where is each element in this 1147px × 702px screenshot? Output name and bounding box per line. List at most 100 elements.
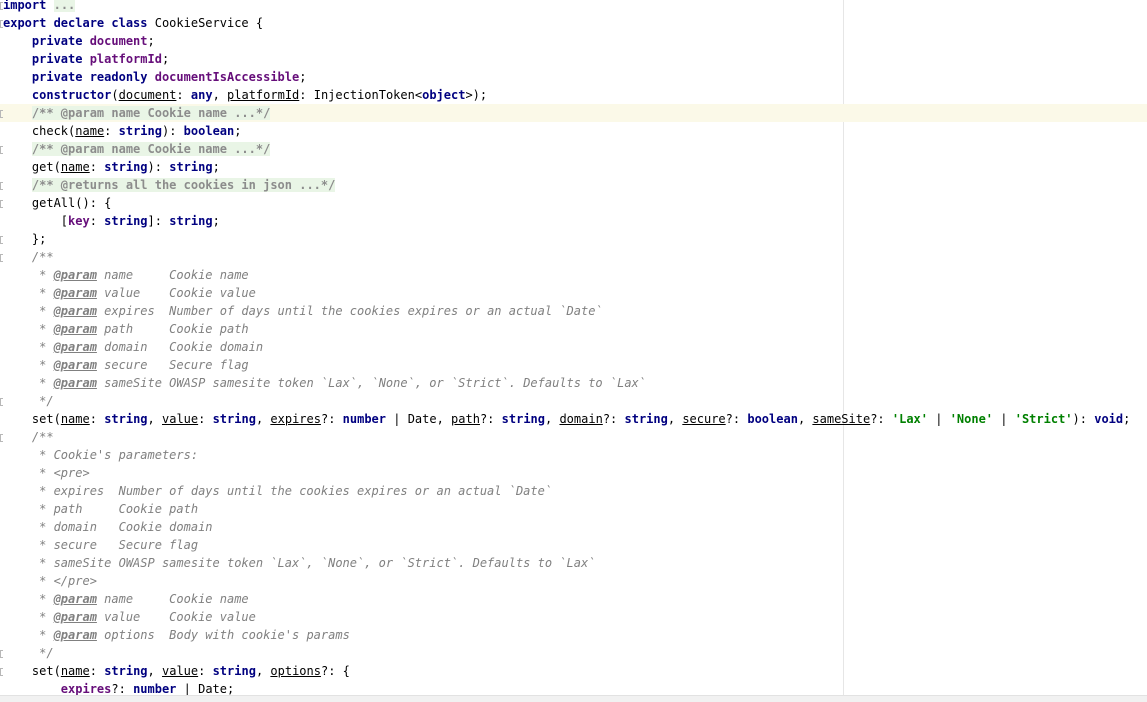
code-text: * @param name Cookie name xyxy=(3,266,249,284)
code-token: name Cookie name xyxy=(96,592,249,606)
code-line[interactable]: }; xyxy=(0,230,1147,248)
code-line[interactable]: * path Cookie path xyxy=(0,500,1147,518)
code-token: : xyxy=(89,214,105,228)
code-line[interactable]: * expires Number of days until the cooki… xyxy=(0,482,1147,500)
code-line[interactable]: get(name: string): string; xyxy=(0,158,1147,176)
code-token: , xyxy=(545,412,560,426)
code-token: 'Strict' xyxy=(1014,412,1073,426)
code-token: /** @returns all the cookies in json ...… xyxy=(31,178,336,192)
code-line[interactable]: * sameSite OWASP samesite token `Lax`, `… xyxy=(0,554,1147,572)
code-token: name xyxy=(60,160,90,174)
code-token: * domain Cookie domain xyxy=(3,520,213,534)
code-line[interactable]: /** @returns all the cookies in json ...… xyxy=(0,176,1147,194)
code-line[interactable]: /** xyxy=(0,248,1147,266)
code-line[interactable]: /** @param name Cookie name ...*/ xyxy=(0,104,1147,122)
code-token: ?: { xyxy=(320,664,350,678)
code-text: * @param sameSite OWASP samesite token `… xyxy=(3,374,646,392)
code-token: , xyxy=(667,412,683,426)
code-token: ?: xyxy=(725,412,748,426)
code-line[interactable]: * secure Secure flag xyxy=(0,536,1147,554)
code-token: @param xyxy=(53,358,97,372)
code-line[interactable]: expires?: number | Date; xyxy=(0,680,1147,695)
code-token: , xyxy=(147,664,162,678)
code-line[interactable]: * @param options Body with cookie's para… xyxy=(0,626,1147,644)
code-text: * @param path Cookie path xyxy=(3,320,249,338)
code-line[interactable]: export declare class CookieService { xyxy=(0,14,1147,32)
code-text: getAll(): { xyxy=(3,194,111,212)
code-token: import xyxy=(3,0,47,12)
code-line[interactable]: */ xyxy=(0,644,1147,662)
code-token: >); xyxy=(465,88,488,102)
code-token: key xyxy=(68,214,90,228)
code-token: * xyxy=(3,322,54,336)
code-token: expires xyxy=(270,412,321,426)
code-line[interactable]: * </pre> xyxy=(0,572,1147,590)
code-token: string xyxy=(118,124,162,138)
code-token: @param xyxy=(53,592,97,606)
code-line[interactable]: set(name: string, value: string, expires… xyxy=(0,410,1147,428)
code-line[interactable]: constructor(document: any, platformId: I… xyxy=(0,86,1147,104)
code-text: * domain Cookie domain xyxy=(3,518,213,536)
code-line[interactable]: * Cookie's parameters: xyxy=(0,446,1147,464)
code-token: * xyxy=(3,268,54,282)
code-text: * @param secure Secure flag xyxy=(3,356,249,374)
code-text: get(name: string): string; xyxy=(3,158,220,176)
code-line[interactable]: * <pre> xyxy=(0,464,1147,482)
code-line[interactable]: getAll(): { xyxy=(0,194,1147,212)
code-line[interactable]: private readonly documentIsAccessible; xyxy=(0,68,1147,86)
code-line[interactable]: set(name: string, value: string, options… xyxy=(0,662,1147,680)
code-text: constructor(document: any, platformId: I… xyxy=(3,86,487,104)
code-token: , xyxy=(212,88,228,102)
code-token: @param xyxy=(53,376,97,390)
code-token: string xyxy=(104,412,148,426)
code-line[interactable]: * @param secure Secure flag xyxy=(0,356,1147,374)
code-line[interactable]: /** @param name Cookie name ...*/ xyxy=(0,140,1147,158)
code-line[interactable]: * @param value Cookie value xyxy=(0,284,1147,302)
code-token: * xyxy=(3,358,54,372)
code-text: set(name: string, value: string, options… xyxy=(3,662,350,680)
code-token: @param xyxy=(53,286,97,300)
code-token: name Cookie name xyxy=(96,268,249,282)
code-token: @param xyxy=(53,268,97,282)
code-token: 'None' xyxy=(949,412,994,426)
code-token: export declare class xyxy=(3,16,155,30)
code-token: getAll xyxy=(31,196,76,210)
code-token: get xyxy=(31,160,54,174)
code-line[interactable]: import ... xyxy=(0,0,1147,14)
code-token: number xyxy=(133,682,177,695)
code-line[interactable]: * @param expires Number of days until th… xyxy=(0,302,1147,320)
code-token: ( xyxy=(53,160,61,174)
code-token: (): { xyxy=(75,196,112,210)
code-line[interactable]: check(name: string): boolean; xyxy=(0,122,1147,140)
code-text: /** xyxy=(3,248,54,266)
code-line[interactable]: * @param domain Cookie domain xyxy=(0,338,1147,356)
code-token: : xyxy=(89,160,105,174)
code-editor[interactable]: import ... export declare class CookieSer… xyxy=(0,0,1147,695)
code-line[interactable]: * @param name Cookie name xyxy=(0,266,1147,284)
code-token: @param xyxy=(53,340,97,354)
code-token: string xyxy=(501,412,545,426)
code-line[interactable]: /** xyxy=(0,428,1147,446)
code-line[interactable]: * @param sameSite OWASP samesite token `… xyxy=(0,374,1147,392)
code-text: * @param value Cookie value xyxy=(3,284,256,302)
code-token: expires Number of days until the cookies… xyxy=(96,304,603,318)
code-line[interactable]: [key: string]: string; xyxy=(0,212,1147,230)
code-line[interactable]: private platformId; xyxy=(0,50,1147,68)
code-text: * @param name Cookie name xyxy=(3,590,249,608)
code-token: string xyxy=(212,664,256,678)
code-line[interactable]: * domain Cookie domain xyxy=(0,518,1147,536)
code-line[interactable]: */ xyxy=(0,392,1147,410)
code-token: object xyxy=(422,88,466,102)
code-token: any xyxy=(190,88,213,102)
code-token: : InjectionToken< xyxy=(299,88,423,102)
code-line[interactable]: private document; xyxy=(0,32,1147,50)
code-line[interactable]: * @param name Cookie name xyxy=(0,590,1147,608)
code-line[interactable]: * @param value Cookie value xyxy=(0,608,1147,626)
code-token: ; xyxy=(299,70,307,84)
code-token: path Cookie path xyxy=(96,322,249,336)
code-line[interactable]: * @param path Cookie path xyxy=(0,320,1147,338)
code-token: ; xyxy=(212,214,220,228)
